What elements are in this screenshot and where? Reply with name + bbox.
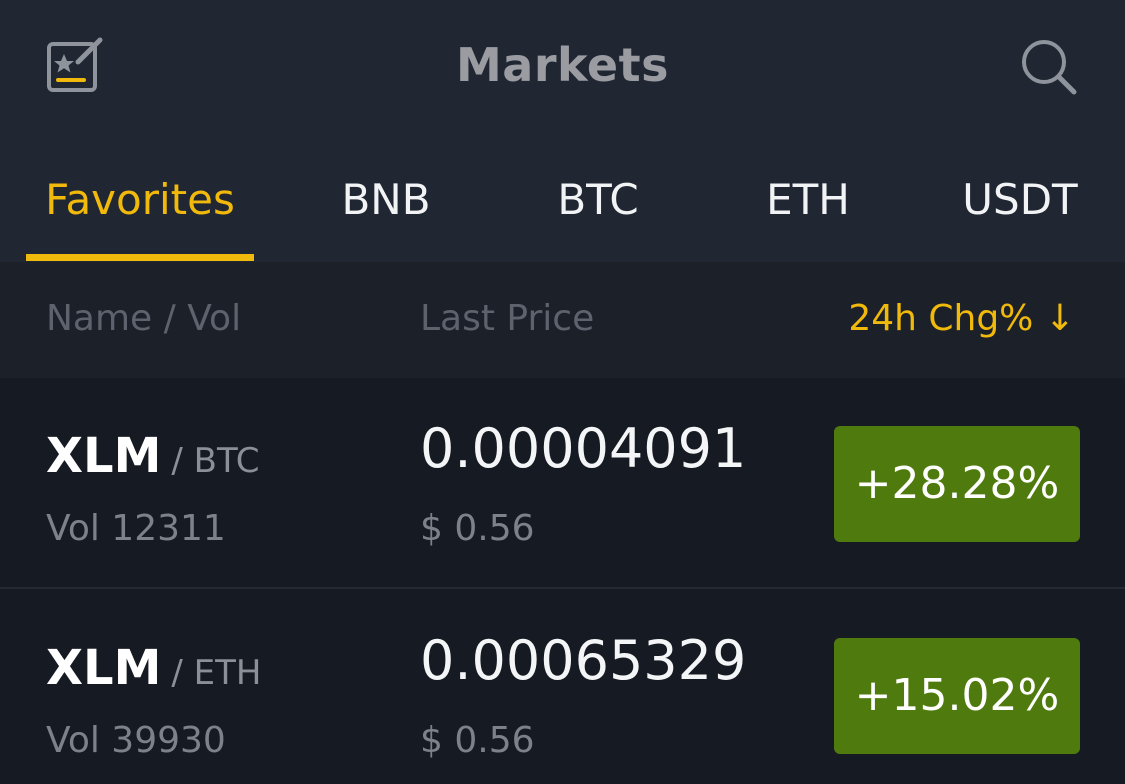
base-asset: XLM xyxy=(46,640,162,696)
top-bar: Markets Favorites BNB BTC ETH USDT xyxy=(0,0,1125,262)
pair-separator: / xyxy=(171,653,194,693)
page-title: Markets xyxy=(456,38,669,92)
quote-asset: BTC xyxy=(193,441,260,481)
markets-screen: Markets Favorites BNB BTC ETH USDT Name … xyxy=(0,0,1125,784)
pair-name: XLM / BTC xyxy=(46,426,259,491)
market-row[interactable]: XLM / BTC Vol 12311 0.00004091 $ 0.56 +28… xyxy=(0,378,1125,588)
tab-bnb[interactable]: BNB xyxy=(310,170,462,230)
usd-price: $ 0.56 xyxy=(420,508,535,549)
last-price: 0.00065329 xyxy=(420,629,747,692)
pair-separator: / xyxy=(171,441,194,481)
column-24h-change[interactable]: 24h Chg% ↓ xyxy=(848,296,1075,342)
active-tab-indicator xyxy=(26,254,254,261)
usd-price: $ 0.56 xyxy=(420,720,535,761)
volume: Vol 12311 xyxy=(46,508,226,549)
base-asset: XLM xyxy=(46,428,162,484)
volume: Vol 39930 xyxy=(46,720,226,761)
tab-eth[interactable]: ETH xyxy=(730,170,886,230)
pair-name: XLM / ETH xyxy=(46,638,261,703)
change-badge[interactable]: +28.28% xyxy=(834,426,1080,542)
column-last-price[interactable]: Last Price xyxy=(420,296,594,342)
tab-favorites[interactable]: Favorites xyxy=(26,170,254,230)
header: Markets xyxy=(0,0,1125,130)
quote-asset: ETH xyxy=(193,653,262,693)
row-divider xyxy=(0,587,1125,589)
tab-usdt[interactable]: USDT xyxy=(940,170,1100,230)
market-tabs: Favorites BNB BTC ETH USDT xyxy=(0,150,1125,262)
column-header: Name / Vol Last Price 24h Chg% ↓ xyxy=(0,262,1125,378)
search-icon[interactable] xyxy=(1018,36,1080,98)
market-row[interactable]: XLM / ETH Vol 39930 0.00065329 $ 0.56 +15… xyxy=(0,590,1125,784)
tab-btc[interactable]: BTC xyxy=(520,170,676,230)
column-name-vol[interactable]: Name / Vol xyxy=(46,296,241,342)
last-price: 0.00004091 xyxy=(420,417,747,480)
change-badge[interactable]: +15.02% xyxy=(834,638,1080,754)
